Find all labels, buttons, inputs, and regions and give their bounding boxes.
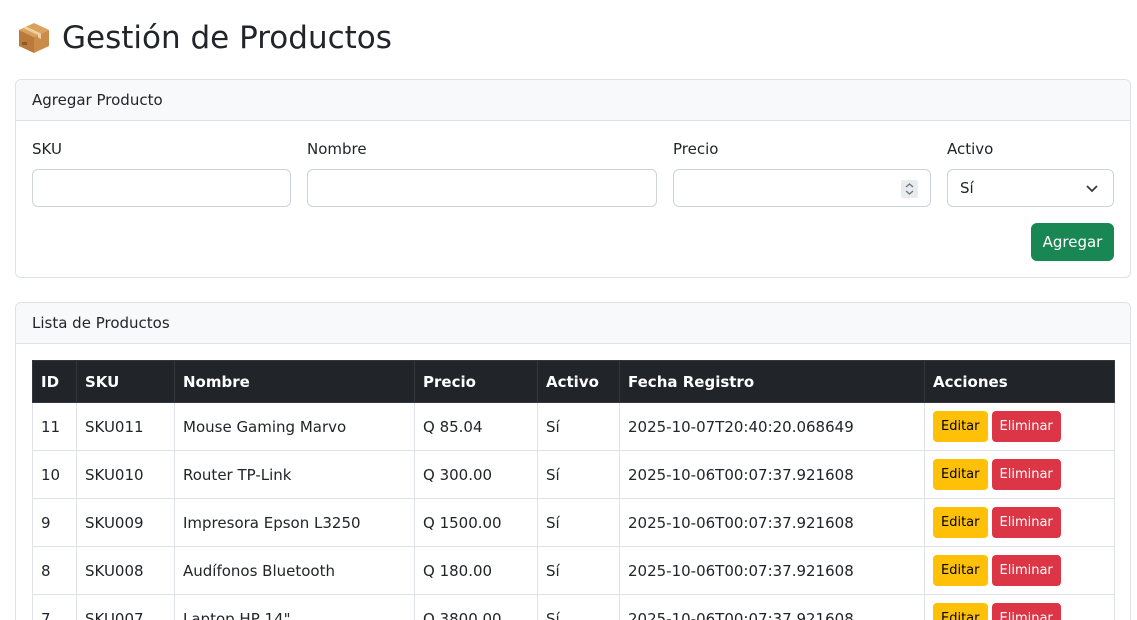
precio-input[interactable] [673,169,931,207]
cell-sku: SKU010 [76,450,175,499]
cell-acciones: Editar Eliminar [924,546,1115,595]
delete-button[interactable]: Eliminar [991,603,1061,620]
add-product-header: Agregar Producto [16,80,1130,121]
cell-activo: Sí [537,498,620,547]
activo-select[interactable]: Sí [947,169,1114,207]
cell-fecha: 2025-10-06T00:07:37.921608 [619,546,925,595]
table-row: 11 SKU011 Mouse Gaming Marvo Q 85.04 Sí … [32,402,1115,451]
activo-label: Activo [947,140,994,158]
cell-nombre: Impresora Epson L3250 [174,498,415,547]
edit-button[interactable]: Editar [933,507,988,538]
cell-activo: Sí [537,402,620,451]
edit-button[interactable]: Editar [933,555,988,586]
cell-id: 8 [32,546,77,595]
page-title: Gestión de Productos [16,16,392,60]
products-table: ID SKU Nombre Precio Activo Fecha Regist… [32,360,1115,620]
column-header-fecha: Fecha Registro [619,360,925,403]
delete-button[interactable]: Eliminar [991,459,1061,490]
cell-id: 7 [32,594,77,620]
cell-fecha: 2025-10-06T00:07:37.921608 [619,450,925,499]
cell-fecha: 2025-10-06T00:07:37.921608 [619,594,925,620]
cell-nombre: Laptop HP 14" [174,594,415,620]
product-list-header: Lista de Productos [16,303,1130,344]
cell-activo: Sí [537,450,620,499]
number-spinner-icon[interactable] [901,180,918,198]
column-header-acciones: Acciones [924,360,1115,403]
cell-fecha: 2025-10-07T20:40:20.068649 [619,402,925,451]
cell-acciones: Editar Eliminar [924,450,1115,499]
nombre-label: Nombre [307,140,367,158]
cell-activo: Sí [537,546,620,595]
table-row: 8 SKU008 Audífonos Bluetooth Q 180.00 Sí… [32,546,1115,595]
cell-activo: Sí [537,594,620,620]
edit-button[interactable]: Editar [933,603,988,620]
table-row: 7 SKU007 Laptop HP 14" Q 3800.00 Sí 2025… [32,594,1115,620]
cell-sku: SKU011 [76,402,175,451]
sku-label: SKU [32,140,62,158]
column-header-activo: Activo [537,360,620,403]
page-title-text: Gestión de Productos [62,20,392,56]
cell-nombre: Router TP-Link [174,450,415,499]
column-header-id: ID [32,360,77,403]
activo-selected-value: Sí [960,179,974,197]
column-header-sku: SKU [76,360,175,403]
cell-precio: Q 85.04 [414,402,538,451]
precio-label: Precio [673,140,719,158]
cell-acciones: Editar Eliminar [924,402,1115,451]
nombre-input[interactable] [307,169,657,207]
cell-id: 10 [32,450,77,499]
table-header-row: ID SKU Nombre Precio Activo Fecha Regist… [32,360,1115,403]
cell-nombre: Mouse Gaming Marvo [174,402,415,451]
delete-button[interactable]: Eliminar [991,411,1061,442]
cell-id: 11 [32,402,77,451]
cell-acciones: Editar Eliminar [924,594,1115,620]
delete-button[interactable]: Eliminar [991,555,1061,586]
table-row: 9 SKU009 Impresora Epson L3250 Q 1500.00… [32,498,1115,547]
cell-sku: SKU009 [76,498,175,547]
cell-precio: Q 1500.00 [414,498,538,547]
cell-precio: Q 180.00 [414,546,538,595]
cell-sku: SKU008 [76,546,175,595]
table-row: 10 SKU010 Router TP-Link Q 300.00 Sí 202… [32,450,1115,499]
cell-acciones: Editar Eliminar [924,498,1115,547]
column-header-precio: Precio [414,360,538,403]
cell-nombre: Audífonos Bluetooth [174,546,415,595]
package-icon [16,20,52,56]
sku-input[interactable] [32,169,291,207]
cell-precio: Q 300.00 [414,450,538,499]
delete-button[interactable]: Eliminar [991,507,1061,538]
cell-sku: SKU007 [76,594,175,620]
column-header-nombre: Nombre [174,360,415,403]
edit-button[interactable]: Editar [933,411,988,442]
add-button[interactable]: Agregar [1031,223,1114,261]
edit-button[interactable]: Editar [933,459,988,490]
cell-precio: Q 3800.00 [414,594,538,620]
cell-fecha: 2025-10-06T00:07:37.921608 [619,498,925,547]
chevron-down-icon [1085,181,1099,195]
cell-id: 9 [32,498,77,547]
